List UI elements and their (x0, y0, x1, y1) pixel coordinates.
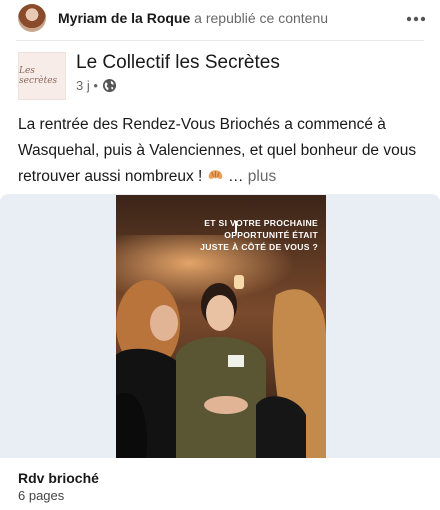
repost-action-text: a republié ce contenu (194, 10, 329, 26)
post-meta: 3 j • (76, 78, 117, 93)
more-horizontal-icon (406, 16, 426, 22)
croissant-emoji-icon (208, 170, 222, 179)
repost-header: Myriam de la Roque a republié ce contenu (0, 0, 440, 38)
company-name[interactable]: Le Collectif les Secrètes (76, 52, 280, 74)
see-more-link[interactable]: plus (248, 168, 276, 185)
company-logo-text: Les secrètes (19, 66, 58, 86)
document-cover-image[interactable]: ET SI VOTRE PROCHAINE OPPORTUNITÉ ÉTAIT … (116, 195, 326, 458)
header-divider (16, 40, 424, 41)
reposter-avatar[interactable] (18, 4, 46, 32)
cover-overlay-text: ET SI VOTRE PROCHAINE OPPORTUNITÉ ÉTAIT … (200, 218, 318, 252)
post-text: La rentrée des Rendez-Vous Briochés a co… (18, 112, 428, 190)
reposter-name[interactable]: Myriam de la Roque (58, 10, 190, 26)
document-page-count: 6 pages (18, 488, 65, 503)
more-options-button[interactable] (402, 8, 430, 30)
post-time: 3 j • (76, 78, 98, 93)
post-ellipsis: … (227, 168, 244, 185)
company-logo[interactable]: Les secrètes (18, 52, 66, 100)
document-title[interactable]: Rdv brioché (18, 470, 99, 486)
repost-line: Myriam de la Roque a republié ce contenu (58, 10, 328, 26)
globe-icon (102, 78, 116, 93)
